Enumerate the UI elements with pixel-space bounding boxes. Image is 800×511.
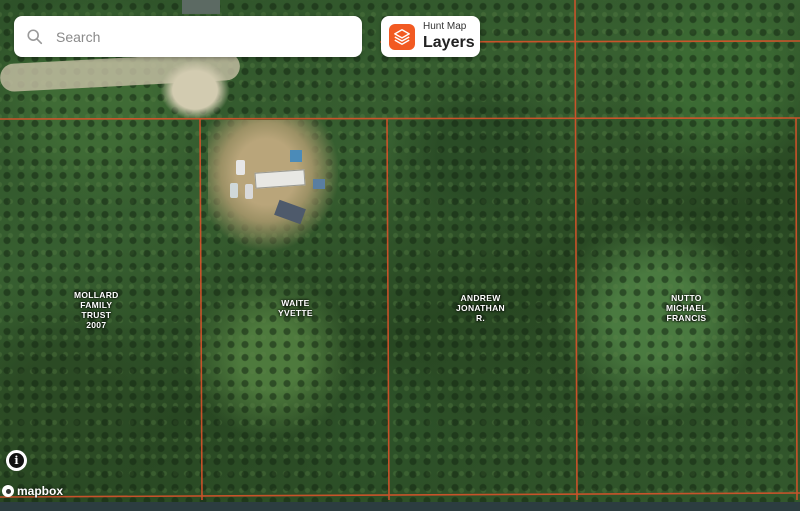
parcel-line: [386, 117, 390, 501]
parcel-label-line: NUTTO: [671, 293, 702, 303]
layers-title: Layers: [423, 34, 475, 51]
parcel-label-nutto[interactable]: NUTTO MICHAEL FRANCIS: [666, 293, 707, 323]
parcel-label-line: ANDREW: [460, 293, 501, 303]
parcel-boundaries: [0, 0, 800, 501]
mapbox-attribution[interactable]: mapbox: [2, 484, 63, 498]
parcel-label-line: WAITE: [281, 298, 310, 308]
parcel-label-line: MOLLARD: [74, 290, 119, 300]
parcel-label-line: 2007: [86, 320, 107, 330]
parcel-line: [0, 117, 800, 120]
parcel-line: [199, 118, 203, 501]
mapbox-logo-icon: [2, 485, 14, 497]
parcel-label-andrew[interactable]: ANDREW JONATHAN R.: [456, 293, 505, 323]
parcel-label-line: JONATHAN: [456, 303, 505, 313]
parcel-label-waite[interactable]: WAITE YVETTE: [278, 298, 313, 318]
search-bar[interactable]: [14, 16, 362, 57]
parcel-label-line: R.: [475, 313, 486, 323]
parcel-line: [795, 117, 798, 501]
parcel-label-line: FAMILY: [80, 300, 113, 310]
info-icon: i: [9, 453, 24, 468]
parcel-label-mollard[interactable]: MOLLARD FAMILY TRUST 2007: [74, 290, 119, 330]
layers-subtitle: Hunt Map: [423, 21, 467, 32]
parcel-label-line: TRUST: [81, 310, 112, 320]
attribution-info-button[interactable]: i: [6, 450, 27, 471]
parcel-line: [574, 0, 578, 501]
search-input[interactable]: [54, 27, 338, 46]
parcel-label-line: YVETTE: [278, 308, 313, 318]
parcel-label-line: MICHAEL: [666, 303, 707, 313]
mapbox-wordmark: mapbox: [17, 484, 64, 498]
layers-button[interactable]: Hunt Map Layers: [381, 16, 480, 57]
parcel-line: [0, 492, 800, 498]
layers-icon: [389, 23, 415, 50]
search-icon: [27, 28, 43, 44]
parcel-label-line: FRANCIS: [666, 313, 707, 323]
bottom-bar: [0, 502, 800, 511]
satellite-map[interactable]: MOLLARD FAMILY TRUST 2007 WAITE YVETTE A…: [0, 0, 800, 511]
